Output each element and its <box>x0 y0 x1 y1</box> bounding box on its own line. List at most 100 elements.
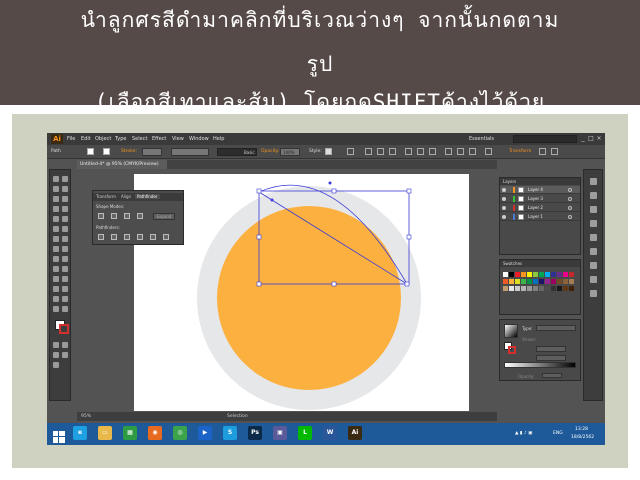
variable-width-field[interactable] <box>171 148 209 156</box>
align-center-icon[interactable] <box>377 148 384 155</box>
recolor-icon[interactable] <box>347 148 354 155</box>
align-left-icon[interactable] <box>365 148 372 155</box>
opacity-label[interactable]: Opacity: <box>261 149 280 154</box>
layers-panel-title[interactable]: Layers <box>500 178 580 185</box>
color-swatch[interactable] <box>521 272 526 277</box>
selection-handle[interactable] <box>256 281 262 287</box>
close-button[interactable]: × <box>595 135 603 143</box>
skype-icon[interactable]: S <box>223 426 237 440</box>
color-swatch[interactable] <box>503 279 508 284</box>
layer-row[interactable]: Layer 2 <box>500 204 580 212</box>
selection-handle[interactable] <box>331 281 337 287</box>
pen-tool-icon[interactable] <box>53 196 59 202</box>
layer-row[interactable]: Layer 4 <box>500 186 580 194</box>
color-swatch[interactable] <box>551 272 556 277</box>
windows-start-icon[interactable] <box>53 428 65 443</box>
selection-handle[interactable] <box>256 188 262 194</box>
magic-wand-tool-icon[interactable] <box>53 186 59 192</box>
menu-effect[interactable]: Effect <box>152 136 166 142</box>
brushes-icon[interactable] <box>590 206 597 213</box>
selection-tool-icon[interactable] <box>53 176 59 182</box>
artboard-tool-icon[interactable] <box>53 296 59 302</box>
color-swatch[interactable] <box>539 286 544 291</box>
perspective-grid-tool-icon[interactable] <box>62 256 68 262</box>
color-swatch[interactable] <box>509 286 514 291</box>
color-swatch[interactable] <box>545 272 550 277</box>
graphic-styles-icon[interactable] <box>590 290 597 297</box>
graphic-style-swatch[interactable] <box>325 148 332 155</box>
color-swatch[interactable] <box>527 272 532 277</box>
align-bottom-icon[interactable] <box>429 148 436 155</box>
visibility-eye-icon[interactable] <box>502 197 506 201</box>
fill-swatch[interactable] <box>87 148 94 155</box>
color-mode-icon[interactable] <box>53 342 59 348</box>
menu-file[interactable]: File <box>67 136 75 142</box>
align-middle-icon[interactable] <box>417 148 424 155</box>
unite-icon[interactable] <box>98 213 104 219</box>
width-tool-icon[interactable] <box>53 246 59 252</box>
color-swatch[interactable] <box>515 272 520 277</box>
transparency-icon[interactable] <box>590 262 597 269</box>
draw-normal-icon[interactable] <box>53 352 59 358</box>
swatches-panel-title[interactable]: Swatches <box>500 260 580 267</box>
stroke-swatch[interactable] <box>103 148 110 155</box>
stroke-label[interactable]: Stroke: <box>121 149 137 154</box>
color-swatch[interactable] <box>503 286 508 291</box>
direct-selection-tool-icon[interactable] <box>62 176 68 182</box>
tray-icons[interactable]: ▲ ▮ ♪ ▣ <box>515 431 532 436</box>
color-swatch[interactable] <box>551 279 556 284</box>
search-input[interactable] <box>513 135 577 143</box>
layer-row[interactable]: Layer 1 <box>500 213 580 221</box>
color-swatch[interactable] <box>509 272 514 277</box>
color-guide-icon[interactable] <box>590 192 597 199</box>
clock-date[interactable]: 18/8/2562 <box>571 435 594 440</box>
brush-field[interactable]: Basic <box>217 148 257 156</box>
color-swatch[interactable] <box>557 286 562 291</box>
firefox-icon[interactable]: ◉ <box>148 426 162 440</box>
layer-target-icon[interactable] <box>568 215 572 219</box>
menu-window[interactable]: Window <box>189 136 209 142</box>
clock-time[interactable]: 13:28 <box>575 427 588 432</box>
media-icon[interactable]: ▶ <box>198 426 212 440</box>
gradient-opacity-field[interactable] <box>542 373 562 378</box>
expand-button[interactable]: Expand <box>153 213 175 220</box>
paintbrush-tool-icon[interactable] <box>53 216 59 222</box>
gradient-aspect-field[interactable] <box>536 355 566 361</box>
selection-handle[interactable] <box>256 234 262 240</box>
color-swatch[interactable] <box>557 279 562 284</box>
draw-behind-icon[interactable] <box>62 352 68 358</box>
visibility-eye-icon[interactable] <box>502 188 506 192</box>
blob-brush-tool-icon[interactable] <box>53 226 59 232</box>
color-swatch[interactable] <box>509 279 514 284</box>
selection-handle[interactable] <box>406 234 412 240</box>
screen-mode-icon[interactable] <box>53 362 59 368</box>
pencil-tool-icon[interactable] <box>62 216 68 222</box>
line-tool-icon[interactable] <box>53 206 59 212</box>
gradient-type-select[interactable] <box>536 325 576 331</box>
scale-tool-icon[interactable] <box>62 236 68 242</box>
explorer-icon[interactable]: ▭ <box>98 426 112 440</box>
gradient-tool-icon[interactable] <box>62 266 68 272</box>
mesh-tool-icon[interactable] <box>53 266 59 272</box>
anchor-point[interactable] <box>328 181 332 185</box>
line-icon[interactable]: L <box>298 426 312 440</box>
eyedropper-tool-icon[interactable] <box>53 276 59 282</box>
menu-view[interactable]: View <box>172 136 184 142</box>
ie-icon[interactable]: e <box>73 426 87 440</box>
slice-tool-icon[interactable] <box>62 296 68 302</box>
tab-transform[interactable]: Transform <box>96 194 116 199</box>
menu-help[interactable]: Help <box>213 136 224 142</box>
gradient-preview[interactable] <box>504 324 518 338</box>
menu-type[interactable]: Type <box>115 136 126 142</box>
zoom-tool-icon[interactable] <box>62 306 68 312</box>
word-icon[interactable]: W <box>323 426 337 440</box>
gradient-angle-field[interactable] <box>536 346 566 352</box>
color-swatch[interactable] <box>557 272 562 277</box>
language-indicator[interactable]: ENG <box>553 431 563 436</box>
anchor-point[interactable] <box>270 198 274 202</box>
menu-object[interactable]: Object <box>95 136 111 142</box>
tab-pathfinder[interactable]: Pathfinder <box>135 194 160 199</box>
color-swatch[interactable] <box>545 279 550 284</box>
color-swatch[interactable] <box>533 279 538 284</box>
symbols-icon[interactable] <box>590 220 597 227</box>
